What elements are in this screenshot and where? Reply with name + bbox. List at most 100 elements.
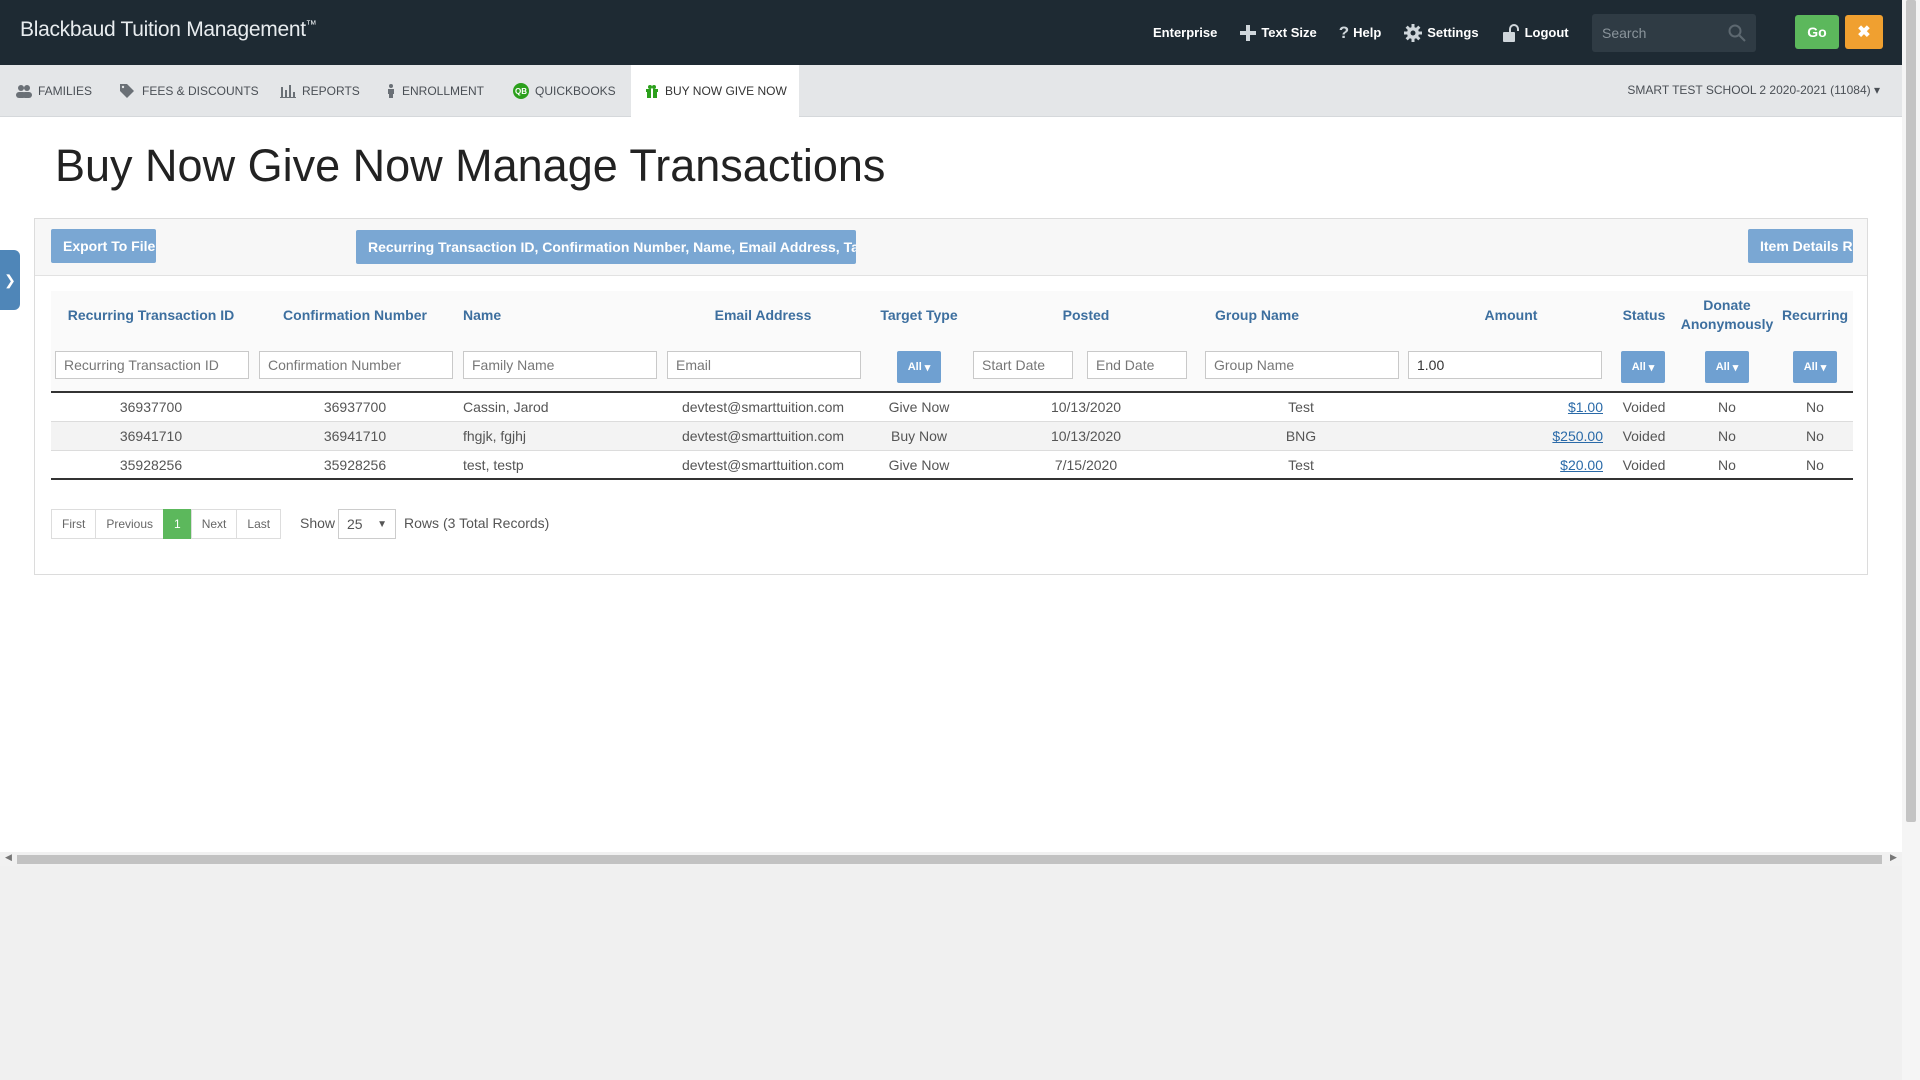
page-size-select[interactable]: 25 ▼ <box>338 509 396 539</box>
top-links: Enterprise Text Size ? Help Settings Log… <box>1153 0 1591 65</box>
export-label: Export To File <box>63 238 156 254</box>
school-selector[interactable]: SMART TEST SCHOOL 2 2020-2021 (11084) ▾ <box>1627 83 1880 97</box>
cell-name: test, testp <box>463 457 524 473</box>
filter-start-date-input[interactable] <box>973 351 1073 379</box>
person-icon <box>388 84 394 98</box>
cell-donate: No <box>1718 428 1736 444</box>
go-button[interactable]: Go <box>1795 15 1839 49</box>
filter-amount-input[interactable] <box>1408 351 1602 379</box>
col-header-recurring[interactable]: Recurring <box>1777 291 1853 339</box>
total-records-label: (3 Total Records) <box>443 515 550 531</box>
cell-recurring: No <box>1806 399 1824 415</box>
cell-email: devtest@smarttuition.com <box>681 457 845 473</box>
pagination: First Previous 1 Next Last <box>51 509 282 539</box>
filter-end-date-input[interactable] <box>1087 351 1187 379</box>
col-header-rec-id[interactable]: Recurring Transaction ID <box>51 291 251 339</box>
search-input[interactable] <box>1602 25 1722 41</box>
transactions-panel: Export To File Recurring Transaction ID,… <box>34 218 1868 575</box>
page-title: Buy Now Give Now Manage Transactions <box>55 140 886 191</box>
cell-amount: $20.00 <box>1411 451 1603 479</box>
sidebar-toggle[interactable]: ❯ <box>0 250 20 310</box>
cell-email: devtest@smarttuition.com <box>681 399 845 415</box>
vertical-scrollbar[interactable] <box>1902 0 1920 1080</box>
nav-bngn-label: BUY NOW GIVE NOW <box>665 84 787 98</box>
cell-rec-id: 36941710 <box>119 428 183 444</box>
page-first-button[interactable]: First <box>51 509 97 539</box>
bar-chart-icon <box>280 85 296 98</box>
cell-group: Test <box>1288 457 1314 473</box>
amount-link[interactable]: $1.00 <box>1568 399 1603 415</box>
cell-confirmation: 35928256 <box>323 457 387 473</box>
nav-families[interactable]: FAMILIES <box>16 65 92 117</box>
col-header-name[interactable]: Name <box>459 291 659 339</box>
tags-icon <box>120 84 134 98</box>
enterprise-link[interactable]: Enterprise <box>1153 25 1217 40</box>
filter-name-input[interactable] <box>463 351 657 379</box>
nav-enrollment[interactable]: ENROLLMENT <box>386 65 484 117</box>
filter-rec-id-input[interactable] <box>55 351 249 379</box>
page-number-button[interactable]: 1 <box>163 509 192 539</box>
nav-enrollment-label: ENROLLMENT <box>402 84 485 98</box>
col-header-status[interactable]: Status <box>1611 291 1677 339</box>
col-header-donate[interactable]: Donate Anonymously <box>1677 291 1777 339</box>
amount-link[interactable]: $20.00 <box>1560 457 1603 473</box>
col-header-target-type[interactable]: Target Type <box>867 291 971 339</box>
filter-email-input[interactable] <box>667 351 861 379</box>
scroll-left-icon[interactable]: ◀ <box>5 852 12 863</box>
horizontal-scrollbar[interactable]: ◀ ▶ <box>0 852 1902 866</box>
page-last-button[interactable]: Last <box>236 509 282 539</box>
cell-amount: $1.00 <box>1411 393 1603 421</box>
filter-group-input[interactable] <box>1205 351 1399 379</box>
filter-target-type-dropdown[interactable]: All ▾ <box>897 351 941 383</box>
filter-confirmation-input[interactable] <box>259 351 453 379</box>
col-header-amount[interactable]: Amount <box>1411 291 1611 339</box>
col-header-confirmation[interactable]: Confirmation Number <box>255 291 455 339</box>
export-to-file-button[interactable]: Export To File <box>51 229 156 263</box>
nav-buy-now-give-now[interactable]: BUY NOW GIVE NOW <box>631 65 799 117</box>
text-size-link[interactable]: Text Size <box>1239 24 1317 42</box>
filter-status-dropdown[interactable]: All ▾ <box>1621 351 1665 383</box>
filter-recurring-dropdown[interactable]: All ▾ <box>1793 351 1837 383</box>
nav-fees-discounts[interactable]: FEES & DISCOUNTS <box>120 65 259 117</box>
filter-donate-all: All <box>1715 361 1730 373</box>
help-link[interactable]: ? Help <box>1339 23 1382 43</box>
nav-families-label: FAMILIES <box>38 84 93 98</box>
question-icon: ? <box>1338 22 1350 42</box>
gift-icon <box>646 85 658 98</box>
settings-link[interactable]: Settings <box>1403 23 1479 43</box>
nav-quickbooks[interactable]: qb QUICKBOOKS <box>513 65 616 117</box>
item-details-button[interactable]: Item Details Re <box>1748 229 1853 263</box>
filter-status-all: All <box>1631 361 1646 373</box>
page-next-button[interactable]: Next <box>190 509 238 539</box>
nav-reports[interactable]: REPORTS <box>280 65 360 117</box>
search-icon[interactable] <box>1728 24 1746 42</box>
panel-toolbar: Export To File Recurring Transaction ID,… <box>35 219 1867 276</box>
table-row: 36937700 36937700 Cassin, Jarod devtest@… <box>51 393 1853 422</box>
filter-donate-dropdown[interactable]: All ▾ <box>1705 351 1749 383</box>
logout-link[interactable]: Logout <box>1501 23 1569 43</box>
col-header-email[interactable]: Email Address <box>663 291 863 339</box>
col-header-posted[interactable]: Posted <box>971 291 1201 339</box>
users-icon <box>16 85 32 98</box>
cell-name: Cassin, Jarod <box>463 399 549 415</box>
logout-label: Logout <box>1524 25 1569 40</box>
main-nav: FAMILIES FEES & DISCOUNTS REPORTS ENROLL… <box>0 65 1902 117</box>
cell-rec-id: 35928256 <box>119 457 183 473</box>
help-label: Help <box>1353 25 1382 40</box>
unlock-icon <box>1502 23 1519 42</box>
nav-fees-label: FEES & DISCOUNTS <box>142 84 259 98</box>
page-previous-button[interactable]: Previous <box>95 509 165 539</box>
scroll-right-icon[interactable]: ▶ <box>1890 852 1897 863</box>
cell-target-type: Give Now <box>888 399 950 415</box>
brand-logo[interactable]: Blackbaud Tuition Management™ <box>20 18 317 42</box>
column-chooser-button[interactable]: Recurring Transaction ID, Confirmation N… <box>356 230 856 264</box>
close-button[interactable]: ✖ <box>1845 15 1883 49</box>
horizontal-scroll-thumb[interactable] <box>17 855 1882 864</box>
amount-link[interactable]: $250.00 <box>1552 428 1603 444</box>
table-row: 35928256 35928256 test, testp devtest@sm… <box>51 451 1853 480</box>
settings-label: Settings <box>1427 25 1479 40</box>
caret-down-icon: ▾ <box>924 361 931 374</box>
vertical-scroll-thumb[interactable] <box>1906 0 1916 822</box>
col-header-group[interactable]: Group Name <box>1201 291 1411 339</box>
cell-posted: 10/13/2020 <box>1050 399 1122 415</box>
